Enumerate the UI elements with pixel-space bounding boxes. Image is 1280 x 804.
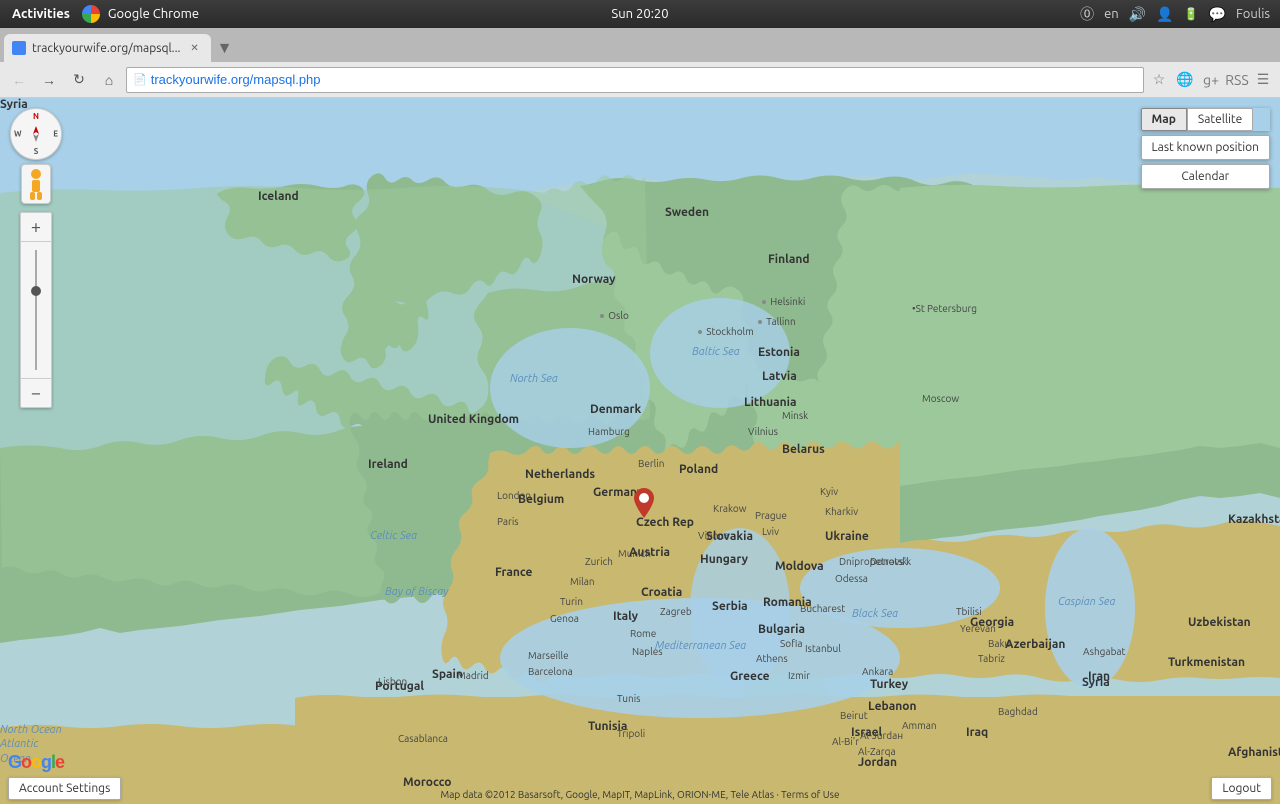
last-known-position-button[interactable]: Last known position bbox=[1141, 135, 1270, 160]
accessibility-icon[interactable]: ⓪ bbox=[1080, 4, 1094, 24]
tab-title: trackyourwife.org/mapsql... bbox=[32, 42, 181, 55]
location-marker bbox=[634, 488, 654, 518]
refresh-button[interactable]: ↻ bbox=[66, 67, 92, 93]
map-type-buttons: Map Satellite Last known position Calend… bbox=[1141, 108, 1270, 189]
map-svg bbox=[0, 98, 1280, 804]
activities-label[interactable]: Activities bbox=[0, 7, 82, 21]
chrome-icon bbox=[82, 5, 100, 23]
tab-bar: trackyourwife.org/mapsql... ✕ ▼ bbox=[0, 28, 1280, 62]
tab-favicon bbox=[12, 41, 26, 55]
account-settings-button[interactable]: Account Settings bbox=[8, 777, 121, 800]
app-name-label: Google Chrome bbox=[100, 7, 207, 21]
tab-close-button[interactable]: ✕ bbox=[187, 40, 203, 56]
calendar-button[interactable]: Calendar bbox=[1141, 164, 1270, 189]
menu-button[interactable]: ☰ bbox=[1252, 69, 1274, 91]
logo-g2: g bbox=[41, 752, 51, 772]
logout-button[interactable]: Logout bbox=[1211, 777, 1272, 800]
zoom-in-button[interactable]: + bbox=[21, 213, 51, 241]
map-type-row: Map Satellite bbox=[1141, 108, 1270, 131]
lang-indicator: en bbox=[1104, 7, 1119, 21]
rss-button[interactable]: RSS bbox=[1226, 69, 1248, 91]
im-icon: 💬 bbox=[1209, 6, 1226, 23]
googleplusone-button[interactable]: g+ bbox=[1200, 69, 1222, 91]
zoom-out-button[interactable]: − bbox=[21, 379, 51, 407]
username: Foulis bbox=[1236, 7, 1270, 21]
zoom-slider[interactable] bbox=[35, 250, 37, 370]
compass-arrow-icon bbox=[26, 124, 46, 144]
compass-control[interactable]: N S E W bbox=[10, 108, 62, 160]
logo-o2: o bbox=[31, 752, 41, 772]
forward-button[interactable]: → bbox=[36, 67, 62, 93]
pegman-icon bbox=[25, 168, 47, 200]
browser-tab[interactable]: trackyourwife.org/mapsql... ✕ bbox=[4, 34, 211, 62]
compass-south: S bbox=[34, 147, 39, 156]
pegman-button[interactable] bbox=[21, 164, 51, 204]
translate-button[interactable]: 🌐 bbox=[1174, 69, 1196, 91]
map-type-satellite-button[interactable]: Satellite bbox=[1187, 108, 1253, 131]
logo-o1: o bbox=[21, 752, 31, 772]
user-icon[interactable]: 👤 bbox=[1156, 6, 1173, 23]
map-type-map-button[interactable]: Map bbox=[1141, 108, 1187, 131]
attribution-text: Map data ©2012 Basarsoft, Google, MapIT,… bbox=[441, 789, 840, 800]
map-controls: N S E W + bbox=[10, 108, 62, 408]
logo-e: e bbox=[55, 752, 64, 772]
titlebar: Activities Google Chrome Sun 20:20 ⓪ en … bbox=[0, 0, 1280, 28]
zoom-slider-thumb[interactable] bbox=[31, 286, 41, 296]
compass-east: E bbox=[53, 130, 58, 139]
home-button[interactable]: ⌂ bbox=[96, 67, 122, 93]
map-area[interactable]: Iceland Sweden Norway Finland United Kin… bbox=[0, 98, 1280, 804]
back-button[interactable]: ← bbox=[6, 67, 32, 93]
address-bar-container: 📄 bbox=[126, 67, 1144, 93]
nav-bar: ← → ↻ ⌂ 📄 ☆ 🌐 g+ RSS ☰ bbox=[0, 62, 1280, 98]
google-logo: Google bbox=[8, 752, 121, 773]
page-icon: 📄 bbox=[133, 73, 147, 86]
logo-g: G bbox=[8, 752, 21, 772]
clock: Sun 20:20 bbox=[611, 7, 668, 21]
new-tab-button[interactable]: ▼ bbox=[211, 34, 239, 62]
compass-north: N bbox=[33, 112, 39, 121]
volume-icon[interactable]: 🔊 bbox=[1129, 6, 1146, 23]
bookmark-button[interactable]: ☆ bbox=[1148, 69, 1170, 91]
compass-west: W bbox=[14, 130, 22, 139]
battery-icon: 🔋 bbox=[1184, 7, 1199, 21]
address-input[interactable] bbox=[151, 72, 1137, 87]
bottom-bar: Google Account Settings Map data ©2012 B… bbox=[0, 748, 1280, 804]
zoom-control[interactable]: + − bbox=[20, 212, 52, 408]
